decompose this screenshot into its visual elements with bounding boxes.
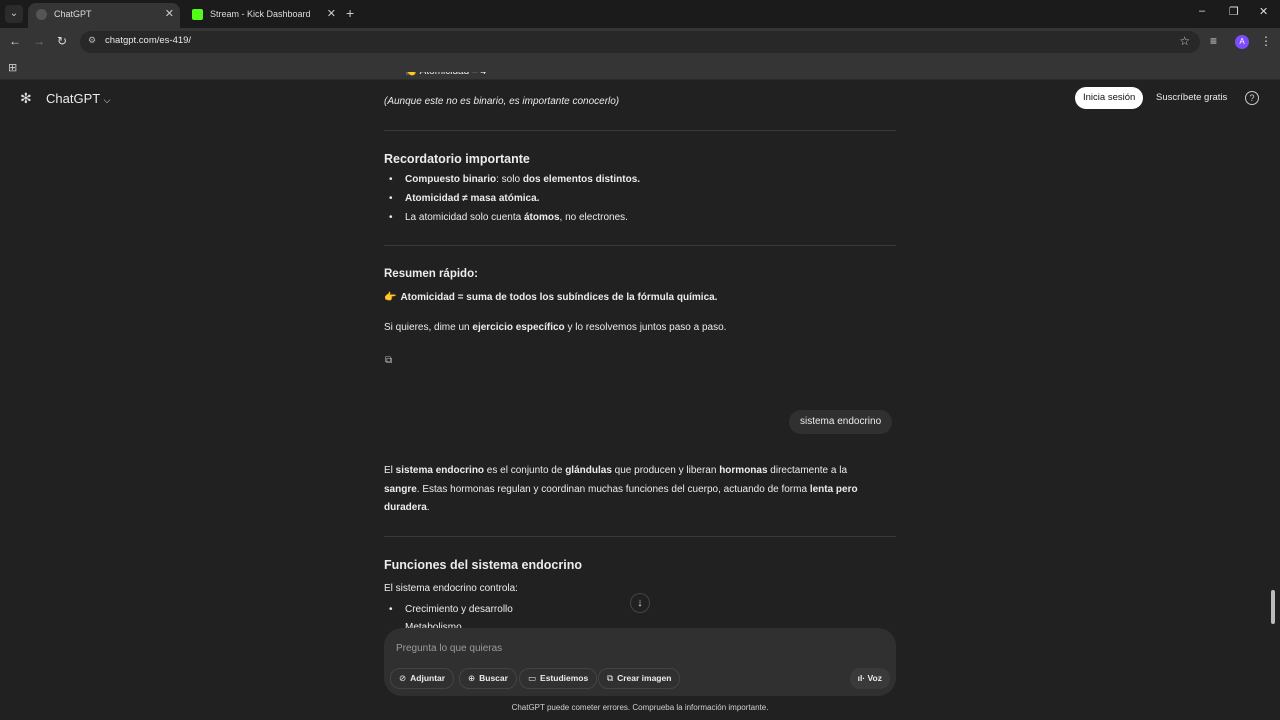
tab-chatgpt[interactable]: ChatGPT ✕	[28, 3, 180, 28]
book-icon: ▭	[528, 673, 537, 683]
functions-intro: El sistema endocrino controla:	[384, 583, 518, 594]
restore-icon[interactable]: ❐	[1229, 5, 1239, 18]
address-bar[interactable]: ⚙ chatgpt.com/es-419/ ☆	[80, 31, 1200, 53]
bold-text: ejercicio específico	[472, 322, 565, 333]
bold-text: dos elementos distintos.	[522, 174, 641, 185]
bold-text: Compuesto binario	[405, 174, 497, 185]
new-tab-button[interactable]: +	[346, 5, 354, 21]
bold-text: átomos	[523, 212, 560, 223]
text: es el conjunto de	[484, 465, 566, 476]
voice-button[interactable]: ıl· Voz	[849, 668, 890, 689]
answer-line-1: El sistema endocrino es el conjunto de g…	[384, 465, 847, 476]
study-button[interactable]: ▭ Estudiemos	[519, 668, 598, 689]
tab-title: ChatGPT	[54, 9, 92, 19]
divider	[384, 245, 896, 246]
profile-avatar[interactable]: A	[1235, 35, 1249, 49]
paperclip-icon: ⊘	[399, 673, 407, 683]
voice-label: Voz	[867, 673, 882, 683]
forward-icon[interactable]: →	[33, 34, 45, 48]
media-controls-icon[interactable]: ≡	[1210, 34, 1217, 48]
reminder-heading: Recordatorio importante	[384, 152, 530, 166]
divider	[384, 536, 896, 537]
tab-search-button[interactable]: ⌄	[5, 5, 23, 23]
list-item: Crecimiento y desarrollo	[389, 604, 513, 615]
bold-text: Atomicidad ≠ masa atómica.	[405, 193, 540, 204]
openai-logo-icon[interactable]: ✻	[20, 90, 32, 107]
bookmarks-bar: ⊞	[0, 56, 1280, 80]
app-header: ✻ ChatGPT ⌵ Inicia sesión Suscríbete gra…	[0, 80, 1280, 116]
browser-toolbar: ← → ↻ ⚙ chatgpt.com/es-419/ ☆ ≡ ⋮	[0, 28, 1280, 56]
cropped-line: 👏 Atomicidad = 4	[405, 72, 486, 78]
model-label: ChatGPT	[46, 91, 100, 106]
signup-button[interactable]: Suscríbete gratis	[1150, 87, 1233, 109]
scroll-down-button[interactable]: ↓	[630, 593, 650, 613]
text: . Estas hormonas regulan y coordinan muc…	[416, 484, 810, 495]
url-text[interactable]: chatgpt.com/es-419/	[105, 35, 191, 46]
minimize-icon[interactable]: –	[1199, 5, 1205, 17]
search-button[interactable]: ⊕ Buscar	[459, 668, 517, 689]
scrollbar-thumb[interactable]	[1271, 590, 1275, 624]
apps-grid-icon[interactable]: ⊞	[8, 61, 17, 74]
openai-logo-icon	[36, 9, 47, 20]
answer-line-3: duradera.	[384, 502, 430, 513]
text: El	[384, 465, 396, 476]
login-button[interactable]: Inicia sesión	[1075, 87, 1144, 109]
list-item: Atomicidad ≠ masa atómica.	[389, 193, 540, 204]
bold-text: lenta pero	[809, 484, 858, 495]
text: .	[426, 502, 430, 513]
back-icon[interactable]: ←	[9, 34, 21, 48]
summary-heading: Resumen rápido:	[384, 268, 478, 280]
bookmark-star-icon[interactable]: ☆	[1179, 34, 1190, 48]
text: que producen y liberan	[611, 465, 720, 476]
bold-text: Atomicidad = suma de todos los subíndice…	[400, 292, 718, 303]
reload-icon[interactable]: ↻	[57, 34, 67, 48]
divider	[384, 130, 896, 131]
window-close-icon[interactable]: ✕	[1259, 5, 1268, 18]
search-label: Buscar	[479, 673, 508, 683]
text: : solo	[496, 174, 523, 185]
list-item: La atomicidad solo cuenta átomos, no ele…	[389, 212, 628, 223]
text: La atomicidad solo cuenta	[405, 212, 524, 223]
attach-label: Adjuntar	[410, 673, 446, 683]
image-icon: ⧉	[607, 673, 614, 683]
text: , no electrones.	[559, 212, 628, 223]
create-image-button[interactable]: ⧉ Crear imagen	[598, 668, 681, 689]
disclaimer: ChatGPT puede cometer errores. Comprueba…	[511, 703, 769, 712]
bold-text: hormonas	[719, 465, 768, 476]
model-selector[interactable]: ChatGPT ⌵	[46, 91, 110, 106]
close-icon[interactable]: ✕	[327, 3, 336, 25]
attach-button[interactable]: ⊘ Adjuntar	[390, 668, 455, 689]
bold-text: duradera	[384, 502, 427, 513]
image-label: Crear imagen	[617, 673, 672, 683]
note-text: (Aunque este no es binario, es important…	[384, 96, 620, 107]
voice-wave-icon: ıl·	[857, 673, 866, 683]
answer-line-2: sangre. Estas hormonas regulan y coordin…	[384, 484, 858, 495]
close-icon[interactable]: ✕	[165, 3, 174, 25]
tab-title: Stream - Kick Dashboard	[210, 9, 311, 19]
help-icon[interactable]: ?	[1245, 91, 1259, 105]
user-message: sistema endocrino	[789, 410, 893, 434]
site-info-icon[interactable]: ⚙	[88, 35, 96, 46]
kick-logo-icon	[192, 9, 203, 20]
text: Si quieres, dime un	[384, 322, 473, 333]
bold-text: sistema endocrino	[395, 465, 485, 476]
copy-icon[interactable]: ⧉	[385, 355, 395, 366]
menu-icon[interactable]: ⋮	[1260, 34, 1272, 48]
list-item: Compuesto binario: solo dos elementos di…	[389, 174, 641, 185]
bold-text: glándulas	[565, 465, 612, 476]
text: directamente a la	[767, 465, 848, 476]
bold-text: sangre	[384, 484, 417, 495]
functions-heading: Funciones del sistema endocrino	[384, 558, 582, 572]
pointing-hand-icon: 👉	[384, 292, 397, 303]
composer: ⊘Adjuntar ⊕Buscar ▭Estudiemos ⧉Crear ima…	[384, 628, 896, 696]
prompt-input[interactable]	[396, 640, 876, 656]
study-label: Estudiemos	[540, 673, 589, 683]
tab-bar: ⌄ ChatGPT ✕ Stream - Kick Dashboard ✕ + …	[0, 0, 1280, 28]
followup-line: Si quieres, dime un ejercicio específico…	[384, 322, 726, 333]
chevron-down-icon: ⌵	[103, 95, 111, 105]
tab-kick[interactable]: Stream - Kick Dashboard ✕	[184, 3, 342, 28]
text: y lo resolvemos juntos paso a paso.	[564, 322, 727, 333]
globe-icon: ⊕	[468, 673, 476, 683]
summary-line: 👉 Atomicidad = suma de todos los subíndic…	[384, 292, 717, 303]
